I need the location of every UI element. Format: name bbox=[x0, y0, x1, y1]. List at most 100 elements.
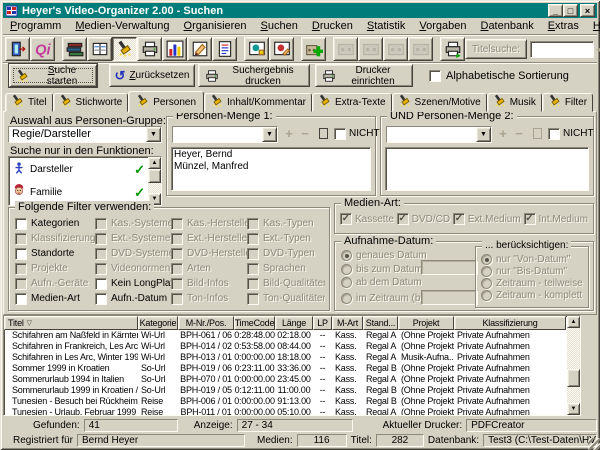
tab-label: Musik bbox=[510, 97, 536, 108]
tab-musik[interactable]: Musik bbox=[487, 93, 542, 112]
menge2-combobox[interactable]: ▼ bbox=[386, 126, 492, 143]
listen-button[interactable] bbox=[212, 37, 237, 61]
chevron-down-icon[interactable]: ▼ bbox=[262, 127, 277, 142]
tab-personen[interactable]: Personen bbox=[128, 91, 204, 113]
table-cell: 0:53:58.00 bbox=[234, 341, 275, 352]
add-person-button[interactable]: + bbox=[281, 126, 297, 141]
menu-item-programm[interactable]: Programm bbox=[3, 19, 68, 33]
tab-filter[interactable]: Filter bbox=[542, 93, 593, 112]
close-button[interactable]: × bbox=[580, 4, 595, 17]
tab-szenen-motive[interactable]: Szenen/Motive bbox=[392, 93, 487, 112]
filter-checkbox-aufn-datum[interactable]: Aufn.-Datum bbox=[95, 291, 171, 306]
filter-checkbox-kein-longplay[interactable]: Kein LongPlay bbox=[95, 276, 171, 291]
menu-item-drucken[interactable]: Drucken bbox=[305, 19, 360, 33]
menu-item-medien-verwaltung[interactable]: Medien-Verwaltung bbox=[68, 19, 176, 33]
menu-item-hilfe[interactable]: Hilfe bbox=[586, 19, 600, 33]
suche-starten-button[interactable]: Suche starten bbox=[9, 64, 97, 87]
menge1-list[interactable]: Heyer, BerndMünzel, Manfred bbox=[171, 147, 371, 191]
vorgaben-button[interactable] bbox=[187, 37, 212, 61]
tab-titel[interactable]: Titel bbox=[5, 93, 53, 112]
resize-grip[interactable] bbox=[588, 438, 600, 450]
table-row[interactable]: Sommerurlaub 1999 in Kroatien / ...So-Ur… bbox=[4, 385, 567, 396]
person-list-item[interactable]: Münzel, Manfred bbox=[174, 161, 368, 173]
spin-left-icon[interactable]: ◂ bbox=[596, 45, 600, 54]
funktion-item[interactable]: Darsteller✓ bbox=[9, 157, 148, 180]
column-header-timecode[interactable]: TimeCode bbox=[234, 316, 275, 330]
scroll-down-icon[interactable]: ▼ bbox=[567, 403, 580, 415]
filter-checkbox-medien-art[interactable]: Medien-Art bbox=[15, 291, 95, 306]
personen-gruppe-combobox[interactable]: Regie/Darsteller ▼ bbox=[8, 126, 162, 143]
table-scrollbar[interactable]: ▲ ▼ bbox=[567, 316, 580, 415]
suchergebnis-drucken-button[interactable]: Suchergebnis drucken bbox=[198, 64, 310, 87]
menu-item-datenbank[interactable]: Datenbank bbox=[473, 19, 540, 33]
tab-extra-texte[interactable]: Extra-Texte bbox=[312, 93, 392, 112]
table-cell: Tunesien - Besuch bei Rückheims ... bbox=[4, 396, 138, 407]
menge2-nicht-checkbox[interactable]: NICHT bbox=[548, 128, 594, 140]
person-list-item[interactable]: Heyer, Bernd bbox=[174, 149, 368, 161]
zuruecksetzen-button[interactable]: ↺ Zurücksetzen bbox=[109, 64, 195, 87]
remove-person-button[interactable]: − bbox=[511, 126, 527, 141]
maximize-button[interactable]: □ bbox=[563, 4, 578, 17]
table-row[interactable]: Schifahren in Frankreich, Les ArcWi-UrlB… bbox=[4, 341, 567, 352]
column-header-m-nr-pos[interactable]: M-Nr./Pos. bbox=[178, 316, 234, 330]
scroll-up-icon[interactable]: ▲ bbox=[148, 157, 161, 169]
table-cell: BPH-061 / 06 bbox=[178, 330, 234, 341]
funktionen-scrollbar[interactable]: ▲ ▼ bbox=[148, 157, 161, 205]
column-header-titel[interactable]: Titel▽ bbox=[4, 316, 138, 330]
medium-funktion-3-button bbox=[383, 37, 408, 61]
column-header-klassifizierung[interactable]: Klassifizierung bbox=[454, 316, 566, 330]
scroll-thumb[interactable] bbox=[567, 369, 580, 387]
alphabetische-sortierung-checkbox[interactable]: Alphabetische Sortierung bbox=[429, 70, 569, 82]
menu-item-extras[interactable]: Extras bbox=[541, 19, 586, 33]
drucken-button[interactable] bbox=[137, 37, 162, 61]
check-icon: ✓ bbox=[134, 165, 145, 175]
column-header-stand[interactable]: Stand... bbox=[363, 316, 398, 330]
chevron-down-icon[interactable]: ▼ bbox=[476, 127, 491, 142]
menge2-list[interactable] bbox=[385, 147, 589, 191]
programm-beenden-button[interactable] bbox=[5, 37, 30, 61]
tab-stichworte[interactable]: Stichworte bbox=[53, 93, 129, 112]
table-row[interactable]: Tunesien - Urlaub, Februar 1999ReiseBPH-… bbox=[4, 407, 567, 415]
table-row[interactable]: Sommer 1999 in KroatienSo-UrlBPH-019 / 0… bbox=[4, 363, 567, 374]
tab-inhalt-kommentar[interactable]: Inhalt/Kommentar bbox=[204, 93, 312, 112]
table-row[interactable]: Schifahren in Les Arc, Winter 1998Wi-Url… bbox=[4, 352, 567, 363]
statistik-button[interactable] bbox=[162, 37, 187, 61]
menu-item-statistik[interactable]: Statistik bbox=[360, 19, 413, 33]
drucker-einrichten-button[interactable]: Drucker einrichten bbox=[315, 64, 413, 87]
menge1-nicht-checkbox[interactable]: NICHT bbox=[334, 128, 380, 140]
filter-checkbox-standorte[interactable]: Standorte bbox=[15, 246, 95, 261]
add-person-button[interactable]: + bbox=[495, 126, 511, 141]
column-header-kategorie[interactable]: Kategorie bbox=[138, 316, 178, 330]
remove-person-button[interactable]: − bbox=[297, 126, 313, 141]
titelsuche-button[interactable]: Titelsuche: bbox=[465, 39, 527, 59]
quick-info-button[interactable]: Qi bbox=[30, 37, 55, 61]
organisieren-button[interactable] bbox=[87, 37, 112, 61]
table-row[interactable]: Sommerurlaub 1994 in ItalienSo-UrlBPH-07… bbox=[4, 374, 567, 385]
column-header-lp[interactable]: LP bbox=[313, 316, 332, 330]
scroll-thumb[interactable] bbox=[148, 169, 161, 183]
clear-list-button[interactable] bbox=[319, 128, 328, 139]
column-header-projekt[interactable]: Projekt bbox=[398, 316, 454, 330]
checkbox-box bbox=[95, 263, 107, 275]
suchen-button[interactable] bbox=[112, 37, 137, 61]
funktion-item[interactable]: Familie✓ bbox=[9, 180, 148, 203]
liste-drucken-button[interactable] bbox=[440, 37, 465, 61]
menu-item-organisieren[interactable]: Organisieren bbox=[177, 19, 254, 33]
menu-item-suchen[interactable]: Suchen bbox=[254, 19, 305, 33]
menu-item-vorgaben[interactable]: Vorgaben bbox=[412, 19, 473, 33]
table-row[interactable]: Schifahren am Naßfeld in KärntenWi-UrlBP… bbox=[4, 330, 567, 341]
medium-hinzufuegen-button[interactable] bbox=[301, 37, 326, 61]
werkzeuge-button[interactable] bbox=[269, 37, 294, 61]
chevron-down-icon[interactable]: ▼ bbox=[146, 127, 161, 142]
design-button[interactable] bbox=[244, 37, 269, 61]
menge1-combobox[interactable]: ▼ bbox=[172, 126, 278, 143]
column-header-m-art[interactable]: M-Art bbox=[332, 316, 363, 330]
column-header-l-nge[interactable]: Länge bbox=[275, 316, 313, 330]
minimize-button[interactable]: _ bbox=[548, 4, 563, 17]
titelsuche-group: Titelsuche: ◂ ▸ bbox=[465, 39, 600, 59]
medien-verwaltung-button[interactable] bbox=[62, 37, 87, 61]
scroll-up-icon[interactable]: ▲ bbox=[567, 316, 580, 328]
table-row[interactable]: Tunesien - Besuch bei Rückheims ...Reise… bbox=[4, 396, 567, 407]
titelsuche-input[interactable] bbox=[530, 41, 594, 58]
filter-checkbox-kategorien[interactable]: Kategorien bbox=[15, 216, 95, 231]
